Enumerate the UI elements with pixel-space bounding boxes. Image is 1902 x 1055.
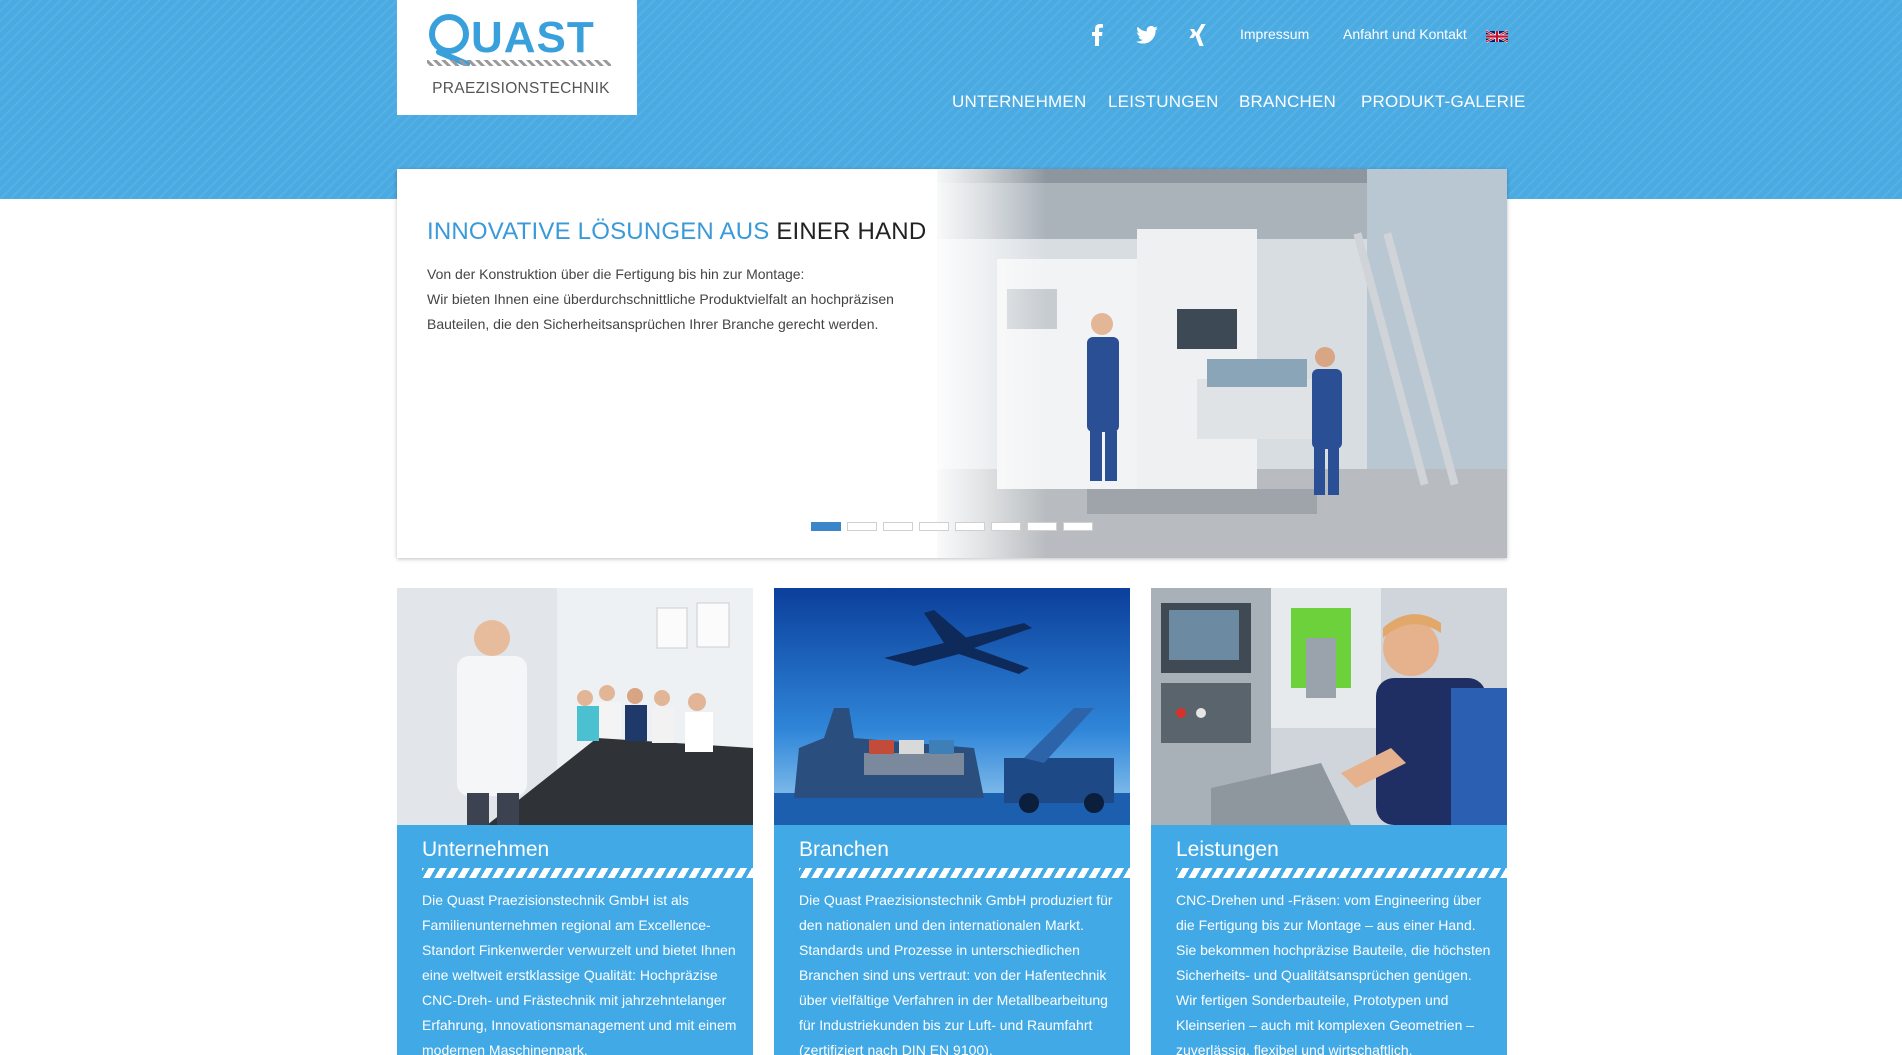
card-divider: [422, 868, 753, 878]
hero-image-fade: [927, 169, 1047, 558]
hero-title: INNOVATIVE LÖSUNGEN AUS EINER HAND: [427, 218, 926, 246]
card-unternehmen[interactable]: Unternehmen Die Quast Praezisionstechnik…: [397, 588, 753, 1055]
logo[interactable]: UAST PRAEZISIONSTECHNIK: [397, 0, 637, 115]
slider-dot[interactable]: [1027, 522, 1057, 531]
card-branchen[interactable]: Branchen Die Quast Praezisionstechnik Gm…: [774, 588, 1130, 1055]
facebook-icon[interactable]: [1083, 20, 1111, 50]
xing-icon[interactable]: [1184, 20, 1212, 50]
kontakt-link[interactable]: Anfahrt und Kontakt: [1343, 26, 1467, 42]
hero-title-rest: EINER HAND: [776, 218, 927, 245]
hero-slider: INNOVATIVE LÖSUNGEN AUS EINER HAND Von d…: [397, 169, 1507, 558]
slider-dot[interactable]: [883, 522, 913, 531]
hero-text-line1: Von der Konstruktion über die Fertigung …: [427, 266, 805, 282]
slider-dot[interactable]: [847, 522, 877, 531]
card-text: Die Quast Praezisionstechnik GmbH ist al…: [422, 892, 737, 1055]
card-divider: [799, 868, 1130, 878]
card-image-cnc: [1151, 588, 1507, 825]
slider-dot[interactable]: [1063, 522, 1093, 531]
logo-word: UAST: [471, 13, 595, 62]
card-text: Die Quast Praezisionstechnik GmbH produz…: [799, 892, 1113, 1055]
nav-produkt-galerie[interactable]: PRODUKT-GALERIE: [1361, 92, 1526, 112]
card-title: Unternehmen: [422, 838, 550, 861]
nav-leistungen[interactable]: LEISTUNGEN: [1108, 92, 1219, 112]
card-image-transport: [774, 588, 1130, 825]
nav-unternehmen[interactable]: UNTERNEHMEN: [952, 92, 1086, 112]
card-leistungen[interactable]: Leistungen CNC-Drehen und -Fräsen: vom E…: [1151, 588, 1507, 1055]
quast-logo-mark: UAST: [427, 13, 611, 66]
card-divider: [1176, 868, 1507, 878]
card-title: Leistungen: [1176, 838, 1279, 861]
slider-dot[interactable]: [955, 522, 985, 531]
card-title: Branchen: [799, 838, 889, 861]
card-image-meeting: [397, 588, 753, 825]
slider-dot[interactable]: [919, 522, 949, 531]
slider-dot[interactable]: [991, 522, 1021, 531]
twitter-icon[interactable]: [1133, 20, 1161, 50]
slider-dot[interactable]: [811, 522, 841, 531]
hero-text-line2: Wir bieten Ihnen eine überdurchschnittli…: [427, 291, 894, 332]
impressum-link[interactable]: Impressum: [1240, 26, 1309, 42]
hero-title-highlight: INNOVATIVE LÖSUNGEN AUS: [427, 218, 770, 245]
card-text: CNC-Drehen und -Fräsen: vom Engineering …: [1176, 892, 1491, 1055]
logo-subtitle: PRAEZISIONSTECHNIK: [432, 80, 610, 97]
slider-pagination: [811, 522, 1093, 531]
uk-flag-icon[interactable]: [1485, 29, 1509, 44]
nav-branchen[interactable]: BRANCHEN: [1239, 92, 1336, 112]
hero-text: Von der Konstruktion über die Fertigung …: [427, 262, 927, 337]
